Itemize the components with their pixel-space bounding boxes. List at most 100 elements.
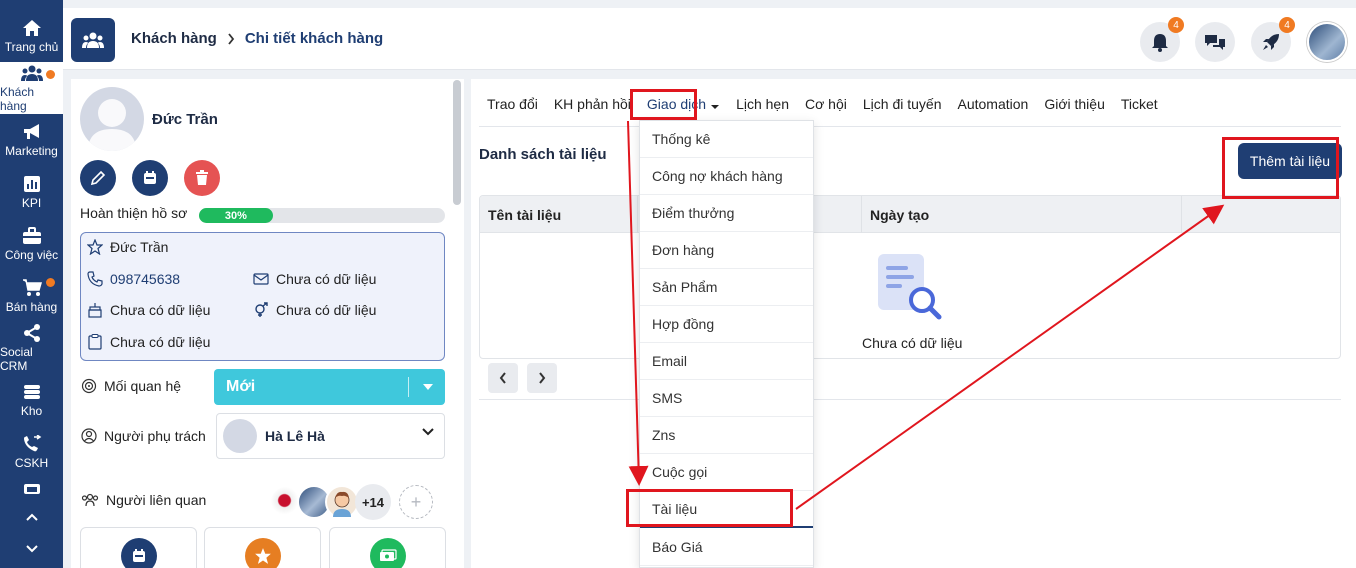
breadcrumb-current: Chi tiết khách hàng bbox=[244, 30, 384, 47]
star-icon bbox=[245, 538, 281, 568]
chat-icon bbox=[1205, 35, 1225, 50]
tab-kh-phan-hoi[interactable]: KH phản hồi bbox=[554, 96, 631, 112]
quick-action-card[interactable] bbox=[329, 527, 446, 568]
tab-ticket[interactable]: Ticket bbox=[1121, 96, 1158, 112]
cart-icon bbox=[21, 278, 43, 298]
schedule-button[interactable] bbox=[132, 160, 168, 196]
relationship-field: Mối quan hệ bbox=[81, 378, 181, 394]
profile-completion-label: Hoàn thiện hồ sơ bbox=[80, 205, 188, 221]
sidebar-item-tasks[interactable]: Công việc bbox=[0, 218, 63, 270]
chevron-right-icon bbox=[539, 372, 546, 384]
menu-item-cuoc-goi[interactable]: Cuộc gọi bbox=[640, 454, 813, 491]
menu-item-bao-gia[interactable]: Báo Giá bbox=[640, 529, 813, 566]
chevron-down-icon bbox=[25, 545, 38, 553]
menu-item-cong-no[interactable]: Công nợ khách hàng bbox=[640, 158, 813, 195]
tab-lich-di-tuyen[interactable]: Lịch đi tuyến bbox=[863, 96, 942, 112]
menu-item-thong-ke[interactable]: Thống kê bbox=[640, 121, 813, 158]
chevron-up-icon bbox=[25, 513, 38, 521]
tab-lich-hen[interactable]: Lịch hẹn bbox=[736, 96, 789, 112]
info-note: Chưa có dữ liệu bbox=[87, 334, 210, 350]
edit-button[interactable] bbox=[80, 160, 116, 196]
sidebar-item-label: Marketing bbox=[5, 144, 58, 158]
menu-item-email[interactable]: Email bbox=[640, 343, 813, 380]
tab-automation[interactable]: Automation bbox=[957, 96, 1028, 112]
menu-item-diem-thuong[interactable]: Điểm thưởng bbox=[640, 195, 813, 232]
tab-gioi-thieu[interactable]: Giới thiệu bbox=[1044, 96, 1105, 112]
sidebar-item-social-crm[interactable]: Social CRM bbox=[0, 322, 63, 374]
sidebar-item-label: Trang chủ bbox=[4, 40, 59, 54]
group-icon bbox=[81, 493, 99, 507]
table-header: Tên tài liệu Ngày tạo bbox=[480, 196, 1340, 233]
add-related-button[interactable]: + bbox=[399, 485, 433, 519]
menu-item-don-hang[interactable]: Đơn hàng bbox=[640, 232, 813, 269]
megaphone-icon bbox=[21, 122, 43, 142]
sidebar-item-home[interactable]: Trang chủ bbox=[0, 10, 63, 62]
tab-co-hoi[interactable]: Cơ hội bbox=[805, 96, 847, 112]
star-outline-icon bbox=[87, 239, 103, 255]
menu-item-zns[interactable]: Zns bbox=[640, 417, 813, 454]
scroll-down-button[interactable] bbox=[0, 537, 63, 561]
relationship-select[interactable]: Mới bbox=[214, 369, 445, 405]
updates-button[interactable]: 4 bbox=[1251, 17, 1295, 62]
menu-item-hop-dong[interactable]: Hợp đồng bbox=[640, 306, 813, 343]
sidebar-item-label: Kho bbox=[20, 404, 43, 418]
profile-completion-fill: 30% bbox=[199, 208, 273, 223]
notifications-button[interactable]: 4 bbox=[1140, 17, 1184, 62]
owner-select[interactable]: Hà Lê Hà bbox=[216, 413, 445, 459]
tab-bar: Trao đổi KH phản hồi Giao dịch Lịch hẹn … bbox=[487, 96, 1174, 112]
column-header-created: Ngày tạo bbox=[862, 196, 1182, 233]
notification-badge: 4 bbox=[1168, 17, 1184, 33]
menu-item-san-pham[interactable]: Sản Phẩm bbox=[640, 269, 813, 306]
module-icon-button[interactable] bbox=[71, 18, 115, 62]
delete-button[interactable] bbox=[184, 160, 220, 196]
sidebar-item-cskh[interactable]: CSKH bbox=[0, 426, 63, 478]
notification-dot bbox=[46, 70, 55, 79]
owner-field: Người phụ trách bbox=[81, 428, 206, 444]
tab-divider bbox=[479, 126, 1341, 127]
cake-icon bbox=[87, 302, 103, 318]
quick-action-card[interactable] bbox=[80, 527, 197, 568]
sidebar-item-more[interactable] bbox=[0, 478, 63, 504]
related-avatar[interactable] bbox=[325, 485, 359, 519]
profile-completion-bar: 30% bbox=[199, 208, 445, 223]
briefcase-icon bbox=[21, 226, 43, 246]
user-avatar[interactable] bbox=[1307, 22, 1347, 62]
updates-badge: 4 bbox=[1279, 17, 1295, 33]
quick-action-card[interactable] bbox=[204, 527, 321, 568]
customer-profile-panel: Đức Trần Hoàn thiện hồ sơ 30% Đức Trần 0… bbox=[71, 79, 464, 568]
phone-transfer-icon bbox=[21, 434, 43, 454]
sidebar-item-kpi[interactable]: KPI bbox=[0, 166, 63, 218]
chevron-right-icon bbox=[228, 32, 234, 45]
sidebar-item-customers[interactable]: Khách hàng bbox=[0, 62, 63, 114]
left-panel-scrollbar[interactable] bbox=[453, 80, 461, 205]
monitor-icon bbox=[21, 480, 43, 500]
users-icon bbox=[20, 63, 43, 83]
sidebar-item-sales[interactable]: Bán hàng bbox=[0, 270, 63, 322]
more-related-count[interactable]: +14 bbox=[355, 484, 391, 520]
tab-trao-doi[interactable]: Trao đổi bbox=[487, 96, 538, 112]
next-page-button[interactable] bbox=[527, 363, 557, 393]
customer-name: Đức Trần bbox=[152, 111, 218, 128]
sidebar-item-label: Khách hàng bbox=[0, 85, 35, 113]
empty-state-text: Chưa có dữ liệu bbox=[862, 335, 963, 351]
info-email: Chưa có dữ liệu bbox=[253, 271, 376, 287]
sidebar-item-marketing[interactable]: Marketing bbox=[0, 114, 63, 166]
info-birthday: Chưa có dữ liệu bbox=[87, 302, 210, 318]
user-circle-icon bbox=[81, 428, 97, 444]
sidebar-item-warehouse[interactable]: Kho bbox=[0, 374, 63, 426]
chevron-left-icon bbox=[499, 372, 506, 384]
customer-avatar bbox=[80, 87, 144, 151]
info-gender: Chưa có dữ liệu bbox=[253, 302, 376, 318]
clipboard-icon bbox=[87, 334, 103, 350]
phone-link[interactable]: 098745638 bbox=[110, 271, 180, 287]
documents-table: Tên tài liệu Ngày tạo Chưa có dữ liệu bbox=[479, 195, 1341, 359]
prev-page-button[interactable] bbox=[488, 363, 518, 393]
calendar-icon bbox=[121, 538, 157, 568]
scroll-up-button[interactable] bbox=[0, 505, 63, 529]
annotation-box-documents-item bbox=[626, 489, 793, 527]
related-avatars: +14 + bbox=[269, 484, 433, 520]
messages-button[interactable] bbox=[1195, 22, 1235, 62]
menu-item-sms[interactable]: SMS bbox=[640, 380, 813, 417]
breadcrumb-root[interactable]: Khách hàng bbox=[131, 30, 217, 47]
notification-dot bbox=[46, 278, 55, 287]
